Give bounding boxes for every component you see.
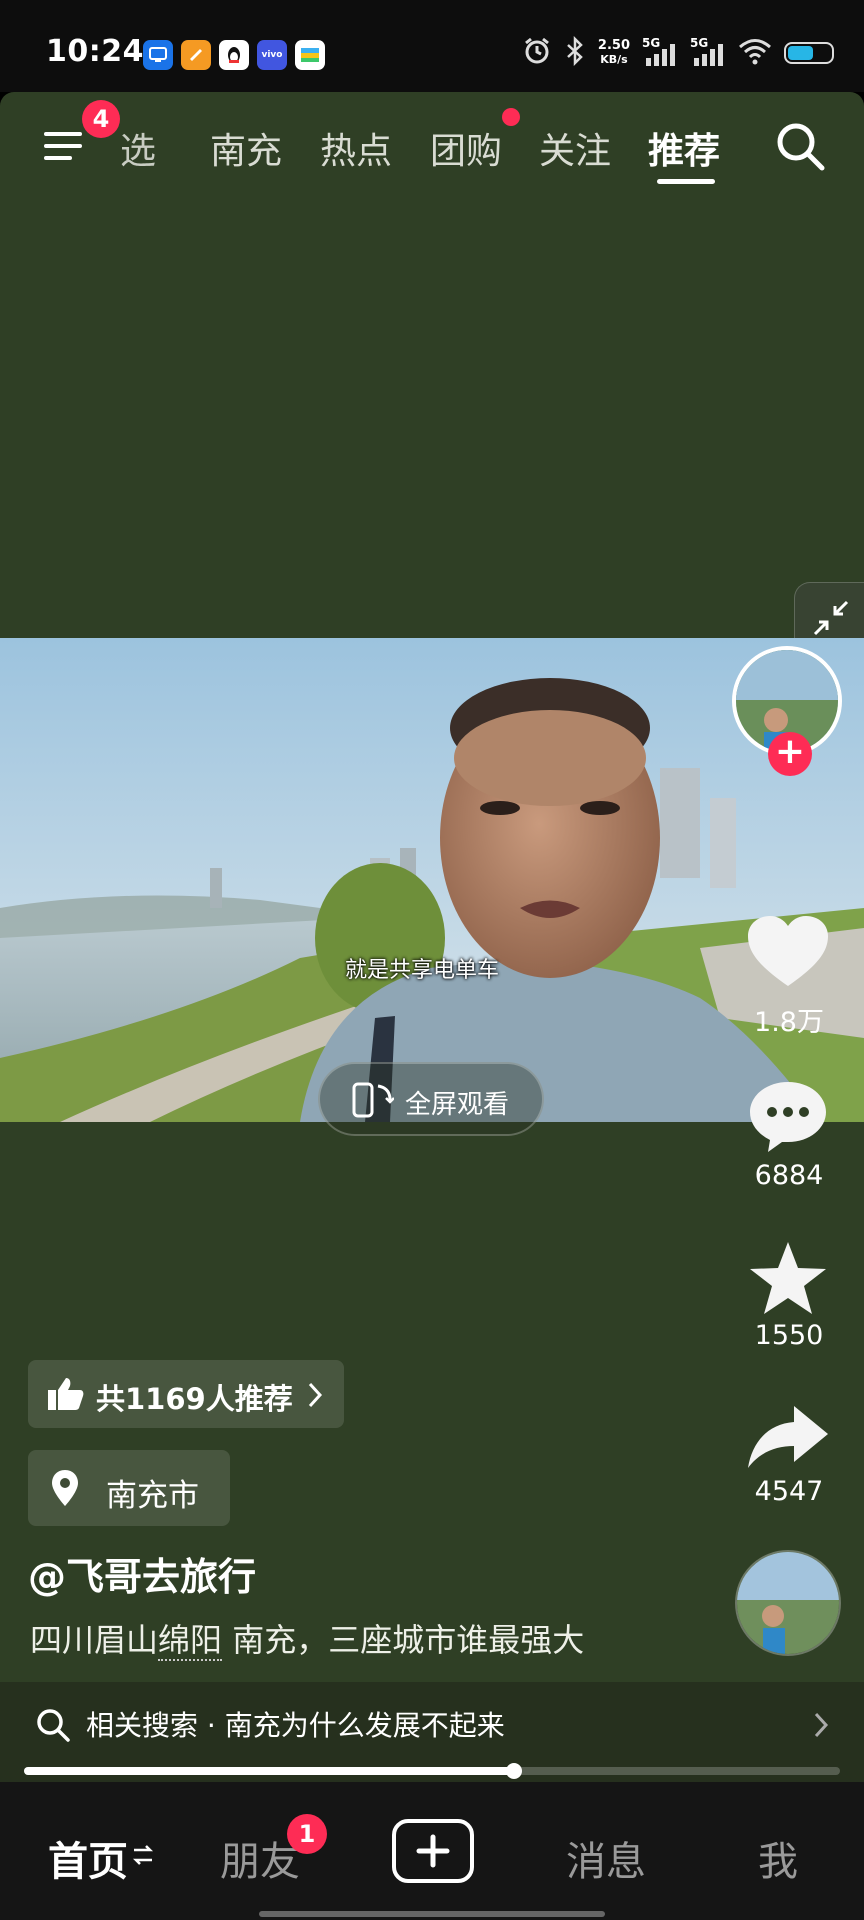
heart-icon [748,916,828,986]
signal-icon-1: 5G [642,36,678,68]
signal-label-2: 5G [690,36,709,50]
menu-badge: 4 [82,100,120,138]
chevron-right-icon [308,1382,323,1408]
tab-following[interactable]: 关注 [539,122,611,174]
fullscreen-label: 全屏观看 [405,1090,510,1120]
screen-share-icon [143,40,173,70]
comment-icon [750,1082,826,1152]
wifi-icon [738,37,772,69]
bluetooth-icon [564,35,586,70]
caption-part-1: 四川眉山 [30,1621,159,1659]
author-name[interactable]: @飞哥去旅行 [28,1546,256,1601]
progress-knob[interactable] [505,1763,522,1779]
status-time: 10:24 [46,34,144,69]
wallet-card-icon [295,40,325,70]
progress-fill [24,1767,514,1775]
search-button[interactable] [772,118,828,174]
search-icon [777,123,825,171]
nav-home[interactable]: 首页 [48,1829,128,1887]
net-speed-unit: KB/s [600,53,628,66]
tab-featured[interactable]: 选 [120,122,156,174]
fullscreen-button[interactable]: 全屏观看 [318,1062,544,1136]
system-indicators: 2.50 KB/s 5G 5G [522,35,834,70]
video-subtitle: 就是共享电单车 [345,958,500,983]
like-count: 1.8万 [754,1007,824,1038]
alarm-icon [522,36,552,70]
signal-icon-2: 5G [690,36,726,68]
caption-hashtag-link[interactable]: 绵阳 [158,1621,223,1661]
comment-button[interactable] [746,1078,830,1158]
battery-icon [784,42,834,64]
tab-nanchong[interactable]: 南充 [210,122,282,174]
top-nav: 4 选 南充 热点 团购 关注 推荐 [0,92,864,192]
location-text: 南充市 [106,1478,199,1514]
tab-group-buy-dot [502,108,520,126]
share-button[interactable] [746,1402,830,1476]
net-speed: 2.50 KB/s [598,39,630,67]
net-speed-value: 2.50 [597,38,630,53]
rotate-phone-icon [352,1082,394,1118]
like-button[interactable] [746,914,830,994]
swap-arrows-icon[interactable] [132,1842,154,1868]
share-count: 4547 [754,1476,824,1507]
home-indicator [259,1911,605,1917]
tab-group-buy[interactable]: 团购 [430,122,502,174]
music-disc-avatar[interactable] [735,1550,841,1656]
qq-penguin-icon [219,40,249,70]
collapse-arrows-icon [813,600,849,636]
notification-app-icons: vivo [143,40,325,70]
create-post-button[interactable] [392,1819,474,1883]
caption-part-2: 南充，三座城市谁最强大 [222,1621,585,1659]
thumbs-up-icon [48,1378,84,1410]
status-bar: 10:24 vivo 2.50 KB/s 5G 5G [0,0,864,92]
pen-app-icon [181,40,211,70]
tab-hot[interactable]: 热点 [320,122,392,174]
comment-count: 6884 [754,1160,824,1191]
plus-icon [416,1834,450,1868]
active-tab-indicator [657,179,715,184]
vivo-icon: vivo [257,40,287,70]
chevron-right-icon [814,1712,829,1738]
related-search-text: 相关搜索 · 南充为什么发展不起来 [86,1709,505,1742]
search-icon [37,1709,70,1742]
follow-button[interactable]: + [768,732,812,776]
recommend-text: 共1169人推荐 [96,1382,293,1416]
recommend-chip[interactable]: 共1169人推荐 [28,1360,344,1428]
share-arrow-icon [748,1406,828,1468]
favorite-count: 1550 [754,1320,824,1351]
tab-recommend[interactable]: 推荐 [648,122,720,174]
friends-badge: 1 [287,1814,327,1854]
location-pin-icon [52,1470,78,1506]
video-progress-bar[interactable] [24,1763,840,1779]
video-caption: 四川眉山绵阳 南充，三座城市谁最强大 [30,1615,584,1661]
menu-button[interactable] [42,122,86,166]
nav-messages[interactable]: 消息 [566,1829,646,1887]
signal-label-1: 5G [642,36,661,50]
location-chip[interactable]: 南充市 [28,1450,230,1526]
star-icon [750,1242,826,1314]
nav-me[interactable]: 我 [758,1829,798,1887]
favorite-button[interactable] [748,1240,828,1320]
